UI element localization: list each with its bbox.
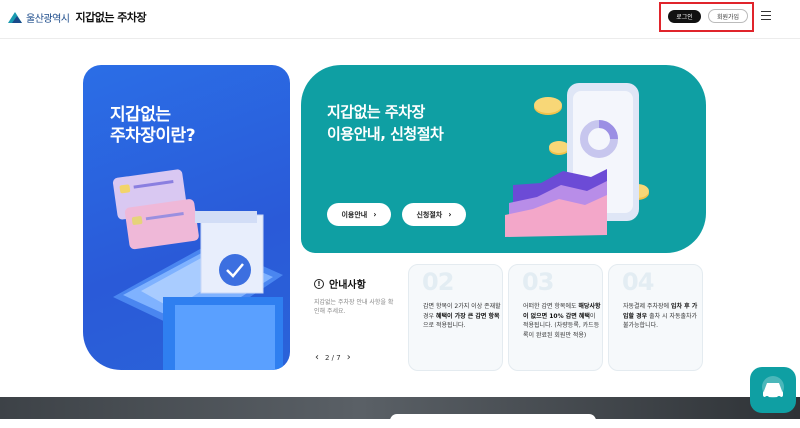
phone-chart-illustration xyxy=(505,83,649,237)
notice-description: 지갑없는 주차장 안내 사항을 확인해 주세요. xyxy=(314,299,394,315)
next-arrow-icon[interactable]: › xyxy=(341,352,357,363)
info-card-number: 03 xyxy=(522,268,554,296)
info-card-number: 04 xyxy=(622,268,654,296)
service-title: 지갑없는 주차장 xyxy=(75,11,147,24)
info-card-number: 02 xyxy=(422,268,454,296)
hamburger-icon[interactable] xyxy=(761,11,771,20)
hero-card-guide: 지갑없는 주차장 이용안내, 신청절차 이용안내 › 신청절차 › xyxy=(301,65,706,253)
bottom-search-bar[interactable] xyxy=(390,414,596,428)
info-card-text: 감면 항목이 2가지 이상 존재할 경우 혜택이 가장 큰 감면 항목으로 적용… xyxy=(423,303,501,329)
join-button[interactable]: 회원가입 xyxy=(708,9,748,23)
prev-arrow-icon[interactable]: ‹ xyxy=(315,352,325,363)
org-name: 울산광역시 xyxy=(26,13,70,25)
hero-card-intro[interactable]: 지갑없는 주차장이란? xyxy=(83,65,290,370)
car-icon xyxy=(762,376,784,400)
pager-indicator: 2 / 7 xyxy=(325,353,341,362)
phone-card-illustration xyxy=(112,169,283,370)
info-card-text: 자동결제 주차장에 입차 후 가입할 경우 출차 시 자동출차가 불가능합니다. xyxy=(623,303,698,329)
site-header: 울산광역시 지갑없는 주차장 로그인 회원가입 xyxy=(0,0,800,39)
site-logo[interactable]: 울산광역시 지갑없는 주차장 xyxy=(8,9,147,25)
notice-pager: ‹ 2 / 7 › xyxy=(315,352,357,363)
notice-heading: ! 안내사항 xyxy=(314,276,366,291)
info-card: 04 자동결제 주차장에 입차 후 가입할 경우 출차 시 자동출차가 불가능합… xyxy=(608,264,703,371)
login-button[interactable]: 로그인 xyxy=(668,10,701,23)
notice-title-text: 안내사항 xyxy=(329,280,366,291)
parking-fab-button[interactable] xyxy=(750,367,796,413)
info-card: 02 감면 항목이 2가지 이상 존재할 경우 혜택이 가장 큰 감면 항목으로… xyxy=(408,264,503,371)
info-circle-icon: ! xyxy=(314,278,324,289)
info-card: 03 어떠한 감면 항목에도 해당사항이 없으면 10% 감면 혜택이 적용됩니… xyxy=(508,264,603,371)
info-card-text: 어떠한 감면 항목에도 해당사항이 없으면 10% 감면 혜택이 적용됩니다. … xyxy=(523,303,601,339)
ulsan-logo-icon xyxy=(8,12,22,23)
